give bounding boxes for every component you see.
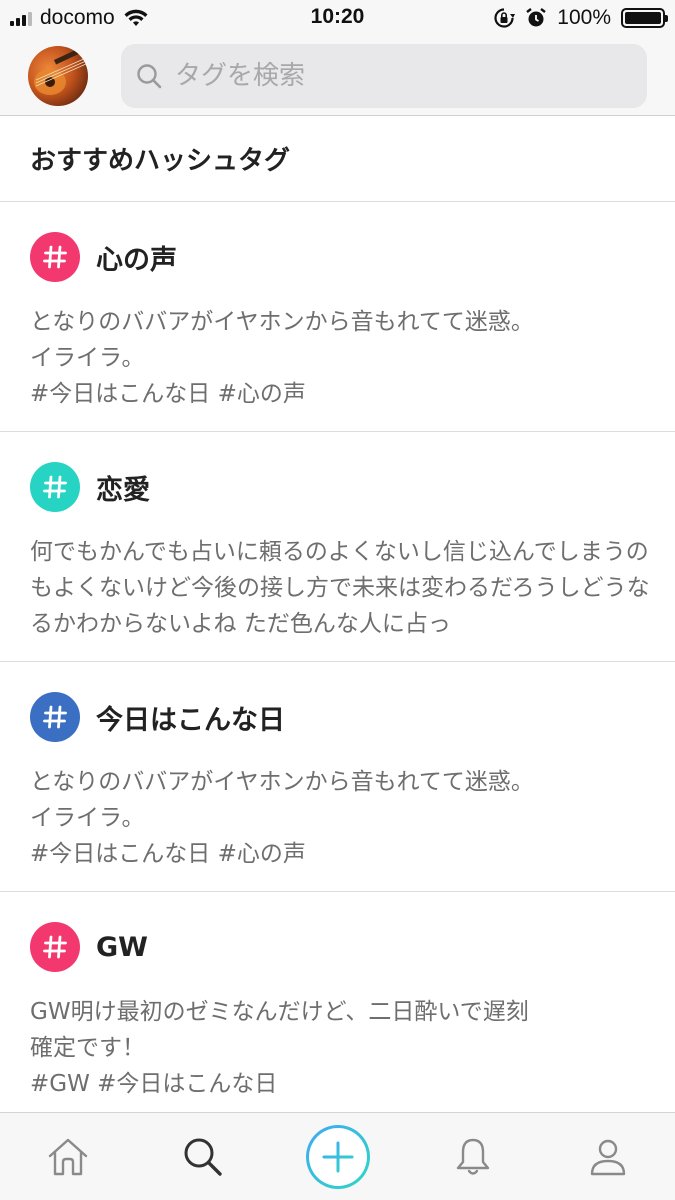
tab-notifications[interactable] <box>433 1117 513 1197</box>
hashtag-excerpt: となりのババアがイヤホンから音もれてて迷惑。 イライラ。 #今日はこんな日 #心… <box>30 769 534 867</box>
hashtag-icon <box>30 232 80 282</box>
hashtag-card[interactable]: 今日はこんな日 となりのババアがイヤホンから音もれてて迷惑。 イライラ。 #今日… <box>0 662 675 892</box>
header <box>0 38 675 116</box>
plus-icon <box>322 1141 353 1172</box>
guitar-avatar-icon <box>34 46 87 95</box>
hashtag-name: 今日はこんな日 <box>96 704 285 736</box>
bell-icon <box>456 1138 489 1175</box>
hashtag-excerpt: GW明け最初のゼミなんだけど、二日酔いで遅刻 確定です！ #GW #今日はこんな… <box>30 999 529 1097</box>
battery-percent: 100% <box>557 6 611 29</box>
home-icon <box>48 1138 87 1175</box>
tab-search[interactable] <box>163 1117 243 1197</box>
hashtag-icon <box>30 692 80 742</box>
hashtag-excerpt: となりのババアがイヤホンから音もれてて迷惑。 イライラ。 #今日はこんな日 #心… <box>30 309 534 407</box>
hashtag-card[interactable]: 心の声 となりのババアがイヤホンから音もれてて迷惑。 イライラ。 #今日はこんな… <box>0 202 675 432</box>
search-icon <box>137 64 162 89</box>
rotation-lock-icon <box>494 8 516 28</box>
hashtag-icon <box>30 462 80 512</box>
hashtag-card[interactable]: 恋愛 何でもかんでも占いに頼るのよくないし信じ込んでしまうのもよくないけど今後の… <box>0 432 675 662</box>
alarm-icon <box>526 8 547 27</box>
tab-home[interactable] <box>28 1117 108 1197</box>
hashtag-name: 心の声 <box>96 244 177 276</box>
tab-post[interactable] <box>298 1117 378 1197</box>
profile-icon <box>590 1139 625 1175</box>
tab-bar <box>0 1112 675 1200</box>
search-icon <box>184 1138 222 1176</box>
hashtag-icon <box>30 922 80 972</box>
tab-profile[interactable] <box>568 1117 648 1197</box>
hashtag-name: 恋愛 <box>96 474 150 506</box>
hashtag-excerpt: 何でもかんでも占いに頼るのよくないし信じ込んでしまうのもよくないけど今後の接し方… <box>30 539 650 637</box>
hashtag-list: 心の声 となりのババアがイヤホンから音もれてて迷惑。 イライラ。 #今日はこんな… <box>0 202 675 1112</box>
post-button[interactable] <box>305 1124 370 1189</box>
status-bar: docomo 10:20 100% <box>0 0 675 38</box>
avatar[interactable] <box>28 46 88 106</box>
hashtag-name: GW <box>96 931 148 963</box>
search-bar[interactable] <box>121 44 647 108</box>
search-input[interactable] <box>175 61 615 91</box>
section-title: おすすめハッシュタグ <box>0 116 675 202</box>
hashtag-card[interactable]: GW GW明け最初のゼミなんだけど、二日酔いで遅刻 確定です！ #GW #今日は… <box>0 892 675 1112</box>
battery-icon <box>621 8 668 28</box>
